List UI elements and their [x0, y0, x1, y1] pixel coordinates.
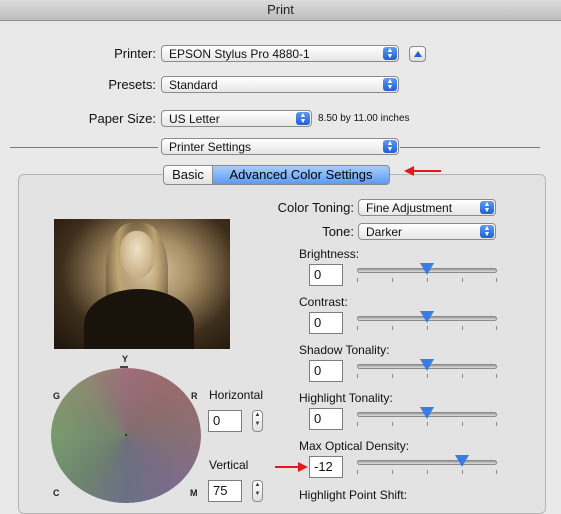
slider-tick — [392, 470, 393, 474]
slider-tick — [496, 470, 497, 474]
printer-popup[interactable]: EPSON Stylus Pro 4880-1 ▲ ▼ — [161, 45, 399, 62]
disclosure-triangle-icon — [414, 51, 422, 57]
wheel-label-y: Y — [122, 354, 129, 364]
paper-size-popup[interactable]: US Letter ▲ ▼ — [161, 110, 312, 127]
slider-label: Highlight Tonality: — [299, 391, 393, 405]
divider-left — [10, 147, 158, 148]
paper-dimensions: 8.50 by 11.00 inches — [318, 113, 410, 124]
color-toning-popup[interactable]: Fine Adjustment ▲ ▼ — [358, 199, 496, 216]
slider-thumb[interactable] — [420, 407, 434, 419]
color-wheel[interactable] — [51, 368, 201, 503]
slider-label: Contrast: — [299, 295, 348, 309]
horizontal-stepper[interactable]: ▲ ▼ — [252, 410, 263, 432]
printer-value: EPSON Stylus Pro 4880-1 — [169, 47, 310, 61]
color-toning-label: Color Toning: — [277, 200, 354, 215]
presets-label: Presets: — [108, 77, 156, 92]
slider-tick — [427, 278, 428, 282]
tone-label: Tone: — [322, 224, 354, 239]
horizontal-field[interactable]: 0 — [208, 410, 242, 432]
adjustment-slider[interactable] — [357, 309, 497, 333]
popup-arrows-icon: ▲ ▼ — [383, 140, 397, 153]
slider-tick — [496, 326, 497, 330]
slider-value-field[interactable]: 0 — [309, 360, 343, 382]
adjustment-slider[interactable] — [357, 405, 497, 429]
wheel-label-r: R — [191, 391, 198, 401]
slider-tick — [462, 374, 463, 378]
presets-popup[interactable]: Standard ▲ ▼ — [161, 76, 399, 93]
wheel-label-c: C — [53, 488, 60, 498]
popup-arrows-icon: ▲ ▼ — [296, 112, 310, 125]
preview-photo — [54, 219, 230, 349]
disclosure-button[interactable] — [409, 46, 426, 62]
slider-tick — [427, 326, 428, 330]
adjustment-slider[interactable] — [357, 261, 497, 285]
slider-label: Max Optical Density: — [299, 439, 410, 453]
slider-value-field[interactable]: -12 — [309, 456, 343, 478]
color-toning-value: Fine Adjustment — [366, 201, 453, 215]
slider-value-field[interactable]: 0 — [309, 312, 343, 334]
paper-size-label: Paper Size: — [88, 111, 156, 126]
divider-right — [400, 147, 540, 148]
wheel-top-tick — [120, 366, 128, 368]
slider-tick — [357, 422, 358, 426]
tab-basic[interactable]: Basic — [163, 165, 213, 185]
wheel-label-m: M — [190, 488, 198, 498]
slider-track — [357, 460, 497, 465]
slider-tick — [496, 422, 497, 426]
slider-tick — [357, 326, 358, 330]
slider-tick — [496, 278, 497, 282]
slider-tick — [392, 422, 393, 426]
slider-label: Shadow Tonality: — [299, 343, 390, 357]
slider-tick — [496, 374, 497, 378]
slider-thumb[interactable] — [455, 455, 469, 467]
slider-tick — [427, 422, 428, 426]
slider-value-field[interactable]: 0 — [309, 264, 343, 286]
tone-value: Darker — [366, 225, 403, 239]
slider-tick — [357, 278, 358, 282]
horizontal-label: Horizontal — [209, 388, 264, 402]
slider-tick — [357, 374, 358, 378]
slider-tick — [427, 470, 428, 474]
slider-thumb[interactable] — [420, 359, 434, 371]
slider-tick — [462, 470, 463, 474]
tone-popup[interactable]: Darker ▲ ▼ — [358, 223, 496, 240]
vertical-field[interactable]: 75 — [208, 480, 242, 502]
slider-tick — [357, 470, 358, 474]
slider-value-field[interactable]: 0 — [309, 408, 343, 430]
popup-arrows-icon: ▲ ▼ — [383, 78, 397, 91]
adjustment-slider[interactable] — [357, 453, 497, 477]
popup-arrows-icon: ▲ ▼ — [480, 201, 494, 214]
wheel-label-g: G — [53, 391, 61, 401]
window-title: Print — [0, 0, 561, 21]
printer-label: Printer: — [114, 46, 156, 61]
vertical-stepper[interactable]: ▲ ▼ — [252, 480, 263, 502]
slider-tick — [392, 278, 393, 282]
tab-advanced-color-settings[interactable]: Advanced Color Settings — [212, 165, 390, 185]
section-popup-value: Printer Settings — [169, 140, 252, 154]
slider-thumb[interactable] — [420, 311, 434, 323]
slider-tick — [462, 278, 463, 282]
slider-tick — [462, 326, 463, 330]
wheel-center-dot — [125, 434, 127, 436]
vertical-label: Vertical — [209, 458, 249, 472]
popup-arrows-icon: ▲ ▼ — [480, 225, 494, 238]
slider-tick — [392, 374, 393, 378]
slider-label: Brightness: — [299, 247, 360, 261]
paper-size-value: US Letter — [169, 112, 220, 126]
slider-tick — [462, 422, 463, 426]
slider-tick — [392, 326, 393, 330]
popup-arrows-icon: ▲ ▼ — [383, 47, 397, 60]
slider-thumb[interactable] — [420, 263, 434, 275]
section-popup[interactable]: Printer Settings ▲ ▼ — [161, 138, 399, 155]
presets-value: Standard — [169, 78, 218, 92]
adjustment-slider[interactable] — [357, 357, 497, 381]
slider-tick — [427, 374, 428, 378]
highlight-point-shift-label: Highlight Point Shift: — [299, 488, 408, 502]
